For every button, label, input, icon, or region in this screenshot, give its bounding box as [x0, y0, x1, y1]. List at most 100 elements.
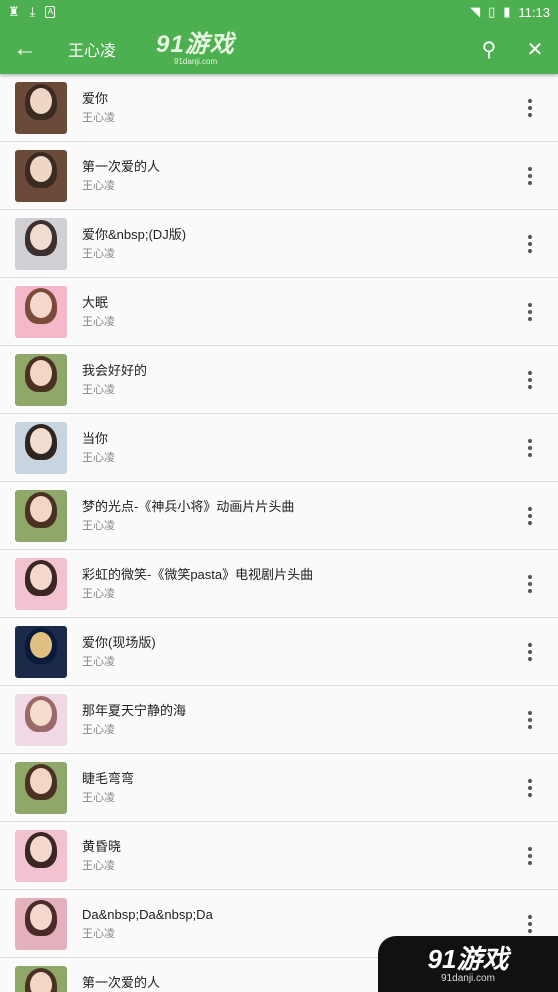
- cover-face-shape: [30, 87, 52, 114]
- song-list: 爱你 王心凌 第一次爱的人 王心凌 爱你&nbsp;(DJ版) 王心凌 大眠 王心凌 我会好好的…: [0, 74, 558, 992]
- badge-text: 91游戏: [427, 943, 509, 974]
- song-artist: 王心凌: [82, 179, 115, 192]
- cover-face-shape: [30, 631, 52, 658]
- song-artist: 王心凌: [82, 587, 115, 600]
- app-bar: ← 王心凌 91游戏 91danji.com ⚲ ✕: [0, 24, 558, 74]
- app-bar-actions: ⚲ ✕: [466, 24, 558, 74]
- song-artist: 王心凌: [82, 723, 115, 736]
- more-vert-icon[interactable]: [518, 232, 542, 256]
- more-vert-icon[interactable]: [518, 572, 542, 596]
- song-texts: 爱你 王心凌: [82, 90, 115, 126]
- song-row[interactable]: 大眠 王心凌: [0, 278, 558, 346]
- more-vert-icon[interactable]: [518, 776, 542, 800]
- song-texts: 第一次爱的人王心凌: [82, 974, 160, 992]
- song-texts: 睫毛弯弯 王心凌: [82, 770, 134, 806]
- song-title: 第一次爱的人: [82, 974, 161, 990]
- more-vert-icon[interactable]: [518, 436, 542, 460]
- cover-face-shape: [30, 223, 52, 250]
- cover-face-shape: [30, 427, 52, 454]
- cover-face-shape: [30, 903, 52, 930]
- song-title: 梦的光点-《神兵小将》动画片片头曲: [82, 498, 295, 514]
- cover-face-shape: [30, 495, 52, 522]
- more-vert-icon[interactable]: [518, 164, 542, 188]
- song-row[interactable]: 当你 王心凌: [0, 414, 558, 482]
- cover-face-shape: [30, 359, 52, 386]
- a-box-icon: A: [45, 6, 56, 18]
- song-artist: 王心凌: [82, 791, 115, 804]
- more-vert-icon[interactable]: [518, 708, 542, 732]
- song-row[interactable]: 彩虹的微笑-《微笑pasta》电视剧片头曲 王心凌: [0, 550, 558, 618]
- status-time: 11:13: [518, 4, 550, 20]
- cover-face-shape: [30, 767, 52, 794]
- album-cover: [15, 489, 67, 542]
- song-row[interactable]: 睫毛弯弯 王心凌: [0, 754, 558, 822]
- cover-face-shape: [30, 699, 52, 726]
- search-icon[interactable]: ⚲: [466, 24, 512, 74]
- song-row[interactable]: 爱你&nbsp;(DJ版) 王心凌: [0, 210, 558, 278]
- song-artist: 王心凌: [82, 655, 115, 668]
- status-right-icons: ◥ ▯ ▮ 11:13: [470, 5, 550, 20]
- cover-face-shape: [30, 291, 52, 318]
- cover-face-shape: [30, 155, 52, 182]
- song-artist: 王心凌: [82, 859, 115, 872]
- song-title: 爱你(现场版): [82, 634, 156, 650]
- song-texts: 那年夏天宁静的海 王心凌: [82, 702, 186, 738]
- more-vert-icon[interactable]: [518, 504, 542, 528]
- album-cover: [15, 761, 67, 814]
- more-vert-icon[interactable]: [518, 300, 542, 324]
- more-vert-icon[interactable]: [518, 912, 542, 936]
- song-artist: 王心凌: [82, 315, 115, 328]
- album-cover: [15, 285, 67, 338]
- song-texts: Da&nbsp;Da&nbsp;Da 王心凌: [82, 906, 213, 942]
- song-title: Da&nbsp;Da&nbsp;Da: [82, 906, 213, 922]
- song-texts: 彩虹的微笑-《微笑pasta》电视剧片头曲 王心凌: [82, 566, 313, 602]
- song-title: 彩虹的微笑-《微笑pasta》电视剧片头曲: [82, 566, 314, 582]
- status-left-icons: ♜ ⤓ A: [8, 4, 56, 19]
- close-icon[interactable]: ✕: [512, 24, 558, 74]
- album-cover: [15, 625, 67, 678]
- album-cover: [15, 965, 67, 992]
- watermark-sub: 91danji.com: [174, 56, 218, 66]
- song-texts: 第一次爱的人王心凌: [82, 158, 160, 194]
- download-icon: ⤓: [29, 4, 36, 19]
- song-artist: 王心凌: [82, 111, 115, 124]
- song-texts: 当你 王心凌: [82, 430, 115, 466]
- song-row[interactable]: 爱你 王心凌: [0, 74, 558, 142]
- song-title: 黄昏晓: [82, 838, 122, 854]
- song-row[interactable]: 黄昏晓 王心凌: [0, 822, 558, 890]
- wifi-icon: ◥: [470, 4, 481, 19]
- song-texts: 爱你(现场版) 王心凌: [82, 634, 156, 670]
- more-vert-icon[interactable]: [518, 96, 542, 120]
- song-artist: 王心凌: [82, 451, 115, 464]
- more-vert-icon[interactable]: [518, 640, 542, 664]
- song-title: 那年夏天宁静的海: [82, 702, 187, 718]
- song-title: 爱你&nbsp;(DJ版): [82, 226, 187, 242]
- album-cover: [15, 353, 67, 406]
- song-artist: 王心凌: [82, 247, 115, 260]
- song-row[interactable]: 第一次爱的人王心凌: [0, 142, 558, 210]
- song-row[interactable]: 梦的光点-《神兵小将》动画片片头曲 王心凌: [0, 482, 558, 550]
- cover-face-shape: [30, 835, 52, 862]
- app-notification-icon: ♜: [8, 4, 20, 19]
- song-row[interactable]: 我会好好的 王心凌: [0, 346, 558, 414]
- song-texts: 大眠 王心凌: [82, 294, 115, 330]
- back-arrow-icon[interactable]: ←: [0, 24, 50, 74]
- song-texts: 我会好好的 王心凌: [82, 362, 147, 398]
- song-title: 睫毛弯弯: [82, 770, 135, 786]
- song-texts: 爱你&nbsp;(DJ版) 王心凌: [82, 226, 186, 262]
- more-vert-icon[interactable]: [518, 368, 542, 392]
- watermark-logo: 91游戏 91danji.com: [156, 32, 235, 66]
- song-artist: 王心凌: [82, 383, 115, 396]
- song-row[interactable]: 爱你(现场版) 王心凌: [0, 618, 558, 686]
- cover-face-shape: [30, 563, 52, 590]
- album-cover: [15, 897, 67, 950]
- song-row[interactable]: 那年夏天宁静的海 王心凌: [0, 686, 558, 754]
- song-artist: 王心凌: [82, 519, 115, 532]
- album-cover: [15, 829, 67, 882]
- song-title: 爱你: [82, 90, 109, 106]
- song-texts: 梦的光点-《神兵小将》动画片片头曲 王心凌: [82, 498, 294, 534]
- song-title: 当你: [82, 430, 109, 446]
- more-vert-icon[interactable]: [518, 844, 542, 868]
- song-title: 大眠: [82, 294, 109, 310]
- page-title: 王心凌: [68, 43, 117, 60]
